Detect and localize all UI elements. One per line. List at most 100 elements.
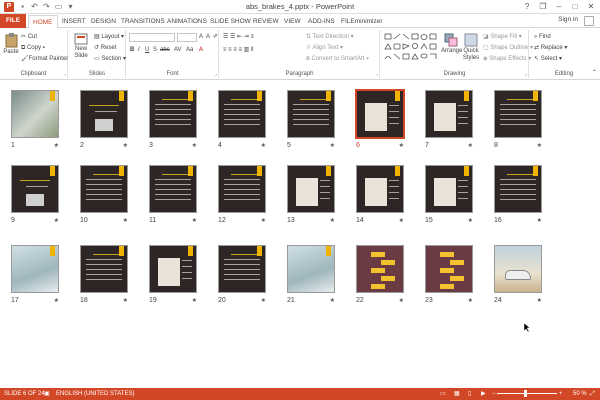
slide-thumbnail[interactable]: 20 ★ <box>218 245 266 304</box>
transition-star-icon[interactable]: ★ <box>192 142 197 149</box>
font-color-icon[interactable]: A <box>199 46 203 54</box>
collapse-ribbon-icon[interactable]: ⌃ <box>592 69 597 77</box>
transition-star-icon[interactable]: ★ <box>123 217 128 224</box>
shapes-gallery[interactable] <box>384 33 440 65</box>
shape-effects-button[interactable]: ◈ Shape Effects ▾ <box>483 55 531 63</box>
maximize-icon[interactable]: □ <box>570 1 580 12</box>
account-avatar[interactable] <box>584 16 594 26</box>
zoom-slider-thumb[interactable] <box>524 390 527 397</box>
shadow-button[interactable]: S <box>153 46 157 54</box>
slide-thumbnail[interactable]: 8 ★ <box>494 90 542 149</box>
transition-star-icon[interactable]: ★ <box>537 217 542 224</box>
transition-star-icon[interactable]: ★ <box>192 217 197 224</box>
transition-star-icon[interactable]: ★ <box>468 217 473 224</box>
tab-animations[interactable]: ANIMATIONS <box>163 15 211 28</box>
arrange-button[interactable]: Arrange <box>441 33 462 55</box>
transition-star-icon[interactable]: ★ <box>261 217 266 224</box>
tab-review[interactable]: REVIEW <box>249 15 283 28</box>
reading-view-icon[interactable]: ▯ <box>468 388 471 400</box>
transition-star-icon[interactable]: ★ <box>123 297 128 304</box>
replace-button[interactable]: ⇄ Replace ▾ <box>534 44 567 52</box>
slide-thumbnail[interactable]: 11 ★ <box>149 165 197 224</box>
paste-button[interactable]: Paste <box>3 33 19 56</box>
italic-button[interactable]: I <box>138 46 140 54</box>
tab-design[interactable]: DESIGN <box>87 15 120 28</box>
transition-star-icon[interactable]: ★ <box>54 142 59 149</box>
tab-slide-show[interactable]: SLIDE SHOW <box>206 15 255 28</box>
slide-thumbnail[interactable]: 1 ★ <box>11 90 59 149</box>
slide-thumbnail[interactable]: 7 ★ <box>425 90 473 149</box>
tab-fileminimizer[interactable]: FILEminimizer <box>337 15 387 28</box>
format-painter-button[interactable]: 🖌Format Painter <box>21 55 68 63</box>
drawing-launcher-icon[interactable]: ⌟ <box>525 71 527 77</box>
select-button[interactable]: ↖ Select ▾ <box>534 55 562 63</box>
align-icons[interactable]: ≡ ≡ ≡ ≡ ▥ ‖ <box>223 46 254 54</box>
font-name-combobox[interactable] <box>129 33 175 42</box>
transition-star-icon[interactable]: ★ <box>537 297 542 304</box>
slide-thumbnail[interactable]: 3 ★ <box>149 90 197 149</box>
slideshow-view-icon[interactable]: ▶ <box>481 388 486 400</box>
transition-star-icon[interactable]: ★ <box>123 142 128 149</box>
slide-thumbnail[interactable]: 4 ★ <box>218 90 266 149</box>
transition-star-icon[interactable]: ★ <box>192 297 197 304</box>
slide-thumbnail[interactable]: 17 ★ <box>11 245 59 304</box>
find-button[interactable]: ⌕ Find <box>534 33 551 41</box>
slide-thumbnail[interactable]: 13 ★ <box>287 165 335 224</box>
quick-styles-button[interactable]: Quick Styles <box>461 33 481 62</box>
tab-insert[interactable]: INSERT <box>58 15 90 28</box>
transition-star-icon[interactable]: ★ <box>330 142 335 149</box>
tab-transitions[interactable]: TRANSITIONS <box>117 15 169 28</box>
underline-button[interactable]: U <box>145 46 149 54</box>
slide-thumbnail[interactable]: 16 ★ <box>494 165 542 224</box>
slide-thumbnail[interactable]: 10 ★ <box>80 165 128 224</box>
strikethrough-button[interactable]: abc <box>160 46 170 54</box>
transition-star-icon[interactable]: ★ <box>399 142 404 149</box>
text-direction-button[interactable]: ⇅ Text Direction ▾ <box>306 33 354 41</box>
zoom-out-icon[interactable]: − <box>492 388 496 400</box>
transition-star-icon[interactable]: ★ <box>537 142 542 149</box>
reset-button[interactable]: ↺ Reset <box>94 44 116 52</box>
slide-thumbnail[interactable]: 5 ★ <box>287 90 335 149</box>
slide-thumbnail[interactable]: 6 ★ <box>355 89 405 149</box>
proofing-icon[interactable]: ▣ <box>44 388 50 400</box>
help-icon[interactable]: ? <box>522 1 532 12</box>
slide-thumbnail[interactable]: 12 ★ <box>218 165 266 224</box>
transition-star-icon[interactable]: ★ <box>261 142 266 149</box>
convert-smartart-button[interactable]: ⧈ Convert to SmartArt ▾ <box>306 55 369 63</box>
new-slide-button[interactable]: New Slide <box>71 33 91 60</box>
tab-view[interactable]: VIEW <box>280 15 305 28</box>
paragraph-launcher-icon[interactable]: ⌟ <box>376 71 378 77</box>
bold-button[interactable]: B <box>130 46 134 54</box>
slide-thumbnail[interactable]: 23 ★ <box>425 245 473 304</box>
ribbon-display-icon[interactable]: ❐ <box>538 1 548 12</box>
slide-thumbnail[interactable]: 19 ★ <box>149 245 197 304</box>
char-spacing-icon[interactable]: AV <box>174 46 182 54</box>
transition-star-icon[interactable]: ★ <box>330 297 335 304</box>
normal-view-icon[interactable]: ▭ <box>440 388 446 400</box>
clipboard-launcher-icon[interactable]: ⌟ <box>64 71 66 77</box>
layout-button[interactable]: ▤ Layout ▾ <box>94 33 124 41</box>
tab-add-ins[interactable]: ADD-INS <box>304 15 339 28</box>
slide-thumbnail[interactable]: 2 ★ <box>80 90 128 149</box>
zoom-slider[interactable] <box>497 393 557 394</box>
transition-star-icon[interactable]: ★ <box>54 297 59 304</box>
tab-home[interactable]: HOME <box>28 15 58 29</box>
copy-button[interactable]: ⧉ Copy ▾ <box>21 44 45 52</box>
transition-star-icon[interactable]: ★ <box>468 142 473 149</box>
shrink-font-button[interactable]: A <box>206 33 210 41</box>
slide-thumbnail[interactable]: 15 ★ <box>425 165 473 224</box>
slide-sorter-view-icon[interactable]: ▦ <box>454 388 460 400</box>
slide-thumbnail[interactable]: 9 ★ <box>11 165 59 224</box>
transition-star-icon[interactable]: ★ <box>399 217 404 224</box>
zoom-in-icon[interactable]: + <box>559 388 563 400</box>
slide-thumbnail[interactable]: 14 ★ <box>356 165 404 224</box>
shape-fill-button[interactable]: ◪ Shape Fill ▾ <box>483 33 522 41</box>
transition-star-icon[interactable]: ★ <box>330 217 335 224</box>
transition-star-icon[interactable]: ★ <box>468 297 473 304</box>
bullets-icon[interactable]: ☰ ☰ ⇤ ⇥ ≡ <box>223 33 254 41</box>
transition-star-icon[interactable]: ★ <box>54 217 59 224</box>
transition-star-icon[interactable]: ★ <box>261 297 266 304</box>
section-button[interactable]: ▭ Section ▾ <box>94 55 126 63</box>
language-indicator[interactable]: ENGLISH (UNITED STATES) <box>56 388 134 400</box>
shape-outline-button[interactable]: ▢ Shape Outline ▾ <box>483 44 533 52</box>
